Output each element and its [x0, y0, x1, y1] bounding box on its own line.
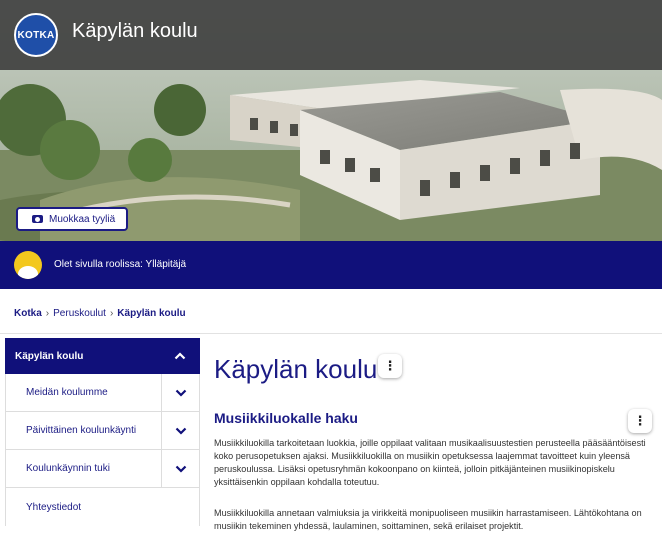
expand-toggle[interactable]: [161, 374, 199, 411]
site-title[interactable]: Käpylän koulu: [72, 20, 198, 43]
more-vertical-icon: ⋮: [383, 358, 397, 373]
chevron-down-icon: [175, 389, 186, 397]
sidebar-item-meidan-koulumme[interactable]: Meidän koulumme: [5, 374, 200, 412]
chevron-down-icon: [175, 427, 186, 435]
sidebar-item-label: Päivittäinen koulunkäynti: [26, 425, 137, 436]
sidebar-item-label: Meidän koulumme: [26, 387, 108, 398]
sidebar-item-paivittainen[interactable]: Päivittäinen koulunkäynti: [5, 412, 200, 450]
edit-style-label: Muokkaa tyyliä: [49, 213, 116, 225]
chevron-right-icon: ›: [45, 308, 50, 319]
sidebar-item-yhteystiedot[interactable]: Yhteystiedot: [5, 488, 200, 526]
chevron-right-icon: ›: [109, 308, 114, 319]
sidebar-item-label: Koulunkäynnin tuki: [26, 463, 110, 474]
section-title: Musiikkiluokalle haku: [214, 410, 358, 426]
edit-style-button[interactable]: Muokkaa tyyliä: [16, 207, 128, 231]
sidebar-item-label: Yhteystiedot: [26, 501, 82, 513]
camera-icon: [32, 215, 43, 223]
section-paragraph: Musiikkiluokilla annetaan valmiuksia ja …: [214, 508, 642, 531]
sidebar-item-koulunkaynnin-tuki[interactable]: Koulunkäynnin tuki: [5, 450, 200, 488]
breadcrumb-item-kotka[interactable]: Kotka: [14, 308, 42, 319]
chevron-down-icon: [175, 465, 186, 473]
sidebar-header-label: Käpylän koulu: [15, 350, 84, 362]
expand-toggle[interactable]: [161, 412, 199, 449]
chevron-up-icon[interactable]: [174, 352, 186, 360]
section-options-button[interactable]: ⋮: [628, 409, 652, 433]
role-text: Olet sivulla roolissa: Ylläpitäjä: [54, 259, 187, 270]
breadcrumb-item-current[interactable]: Käpylän koulu: [117, 308, 185, 319]
hero-banner: KOTKA Käpylän koulu Muokkaa tyyliä: [0, 0, 662, 241]
user-avatar-icon[interactable]: [14, 251, 42, 279]
divider: [0, 333, 662, 334]
more-vertical-icon: ⋮: [633, 413, 647, 428]
page-options-button[interactable]: ⋮: [378, 354, 402, 378]
breadcrumb-item-peruskoulut[interactable]: Peruskoulut: [53, 308, 106, 319]
section-paragraph: Musiikkiluokilla tarkoitetaan luokkia, j…: [214, 438, 646, 487]
kotka-logo[interactable]: KOTKA: [14, 13, 58, 57]
expand-toggle[interactable]: [161, 450, 199, 487]
breadcrumb: Kotka › Peruskoulut › Käpylän koulu: [14, 308, 186, 319]
sidebar-header[interactable]: Käpylän koulu: [5, 338, 200, 374]
sidebar-nav: Käpylän koulu Meidän koulumme Päivittäin…: [5, 338, 200, 526]
page-title: Käpylän koulu: [214, 354, 378, 384]
role-bar: Olet sivulla roolissa: Ylläpitäjä: [0, 241, 662, 289]
